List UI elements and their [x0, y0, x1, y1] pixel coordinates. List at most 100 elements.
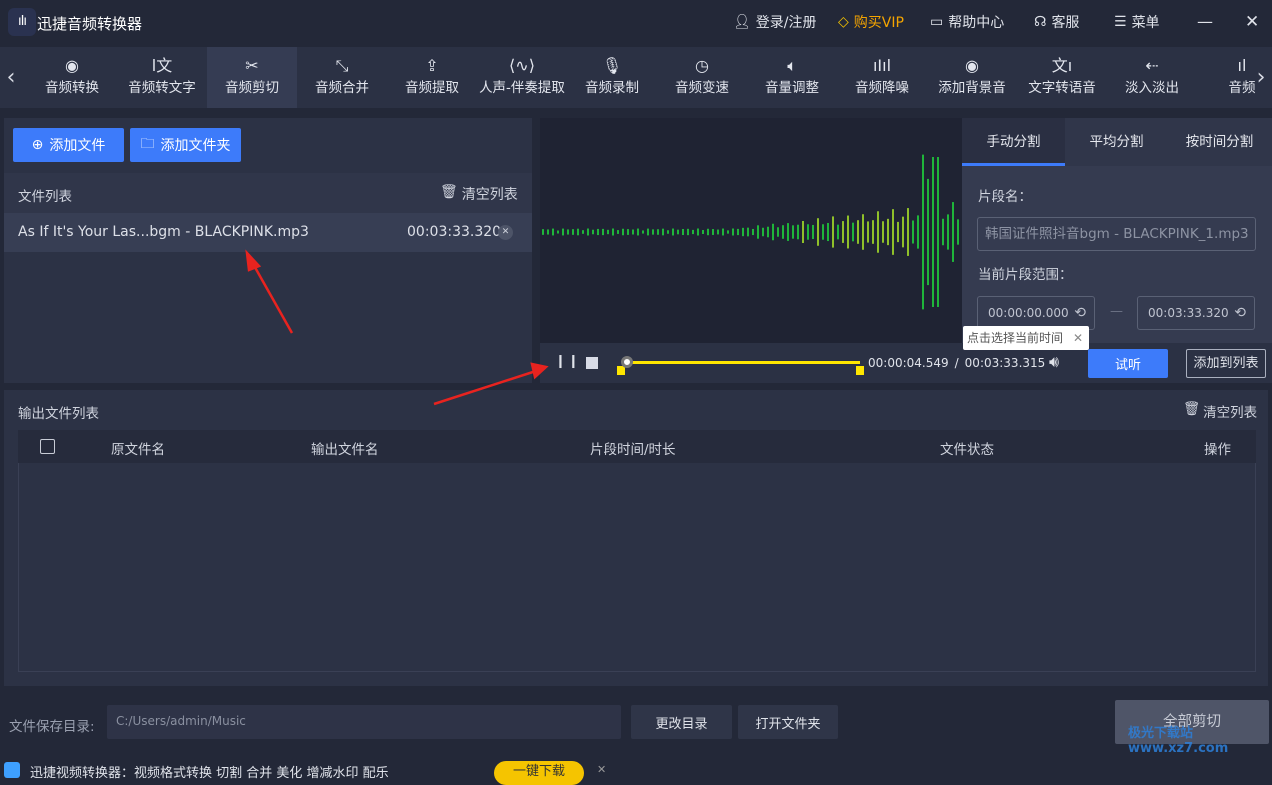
waveform-bar: [637, 228, 639, 236]
tool-8[interactable]: 🔈︎ 音量调整: [747, 47, 837, 108]
ad-close-icon[interactable]: ✕: [597, 763, 606, 776]
change-dir-button[interactable]: 更改目录: [631, 705, 732, 739]
waveform-bar: [862, 214, 864, 250]
range-label: 当前片段范围：: [978, 267, 1073, 283]
playhead[interactable]: [620, 356, 633, 368]
customer-service-button[interactable]: ☊ 客服: [1034, 12, 1079, 32]
tab-time-split[interactable]: 按时间分割: [1168, 118, 1271, 166]
tool-1[interactable]: ⅼ文 音频转文字: [117, 47, 207, 108]
waveform-bar: [817, 218, 819, 246]
tool-label: 人声-伴奏提取: [479, 80, 565, 96]
col-segment-time: 片段时间/时长: [590, 442, 676, 458]
close-button[interactable]: ✕: [1245, 12, 1259, 32]
clear-output-button[interactable]: 🗑︎ 清空列表: [1183, 401, 1257, 421]
output-table-header: 原文件名 输出文件名 片段时间/时长 文件状态 操作: [18, 430, 1256, 463]
waveform-bar: [847, 215, 849, 249]
range-dash: —: [1110, 304, 1123, 319]
help-center-button[interactable]: ▭ 帮助中心: [930, 12, 1004, 32]
waveform-bar: [802, 220, 804, 244]
tab-average-split[interactable]: 平均分割: [1065, 118, 1168, 166]
waveform-bar: [722, 228, 724, 236]
clock-reset-icon[interactable]: ⟲: [1074, 297, 1086, 329]
waveform-bar: [627, 229, 629, 235]
toolbar-prev-arrow[interactable]: ‹: [0, 47, 22, 108]
waveform-bar: [797, 224, 799, 240]
file-duration: 00:03:33.320: [407, 224, 502, 240]
add-file-button[interactable]: ⊕ 添加文件: [13, 128, 124, 162]
waveform-bar: [752, 228, 754, 236]
waveform-bar: [852, 222, 854, 242]
trim-range-bar[interactable]: [622, 361, 860, 364]
end-time-input[interactable]: 00:03:33.320 ⟲: [1137, 296, 1255, 330]
select-all-checkbox[interactable]: [40, 439, 55, 454]
tool-12[interactable]: ⇠ 淡入淡出: [1107, 47, 1197, 108]
add-folder-button[interactable]: 🗀 添加文件夹: [130, 128, 241, 162]
clear-file-list-button[interactable]: 🗑︎ 清空列表: [440, 184, 518, 204]
trash-icon: 🗑︎: [1183, 401, 1201, 417]
waveform-bar: [572, 229, 574, 235]
download-button[interactable]: 一键下载: [494, 761, 584, 785]
tool-4[interactable]: ⇪ 音频提取: [387, 47, 477, 108]
tool-13[interactable]: ıl 音频: [1197, 47, 1272, 108]
waveform-display[interactable]: [540, 118, 962, 343]
waveform-bar: [917, 215, 919, 249]
tool-label: 音频转换: [45, 80, 99, 96]
tool-9[interactable]: ıIıl 音频降噪: [837, 47, 927, 108]
tool-6[interactable]: 🎙︎ 音频录制: [567, 47, 657, 108]
waveform-bar: [767, 226, 769, 238]
start-time-input[interactable]: 00:00:00.000 ⟲: [977, 296, 1095, 330]
menu-button[interactable]: ☰ 菜单: [1114, 12, 1160, 32]
volume-icon[interactable]: 🔊︎: [1049, 352, 1059, 372]
tool-label: 音频提取: [405, 80, 459, 96]
app-title: 迅捷音频转换器: [37, 15, 143, 33]
remove-file-icon[interactable]: ✕: [498, 225, 513, 240]
tool-5[interactable]: ⟨∿⟩ 人声-伴奏提取: [477, 47, 567, 108]
save-dir-input[interactable]: C:/Users/admin/Music: [107, 705, 621, 739]
waveform-bar: [702, 230, 704, 234]
pause-button[interactable]: ❙❙: [555, 354, 581, 369]
tool-icon: 文ı: [1051, 56, 1073, 75]
waveform-bar: [617, 230, 619, 234]
waveform-bar: [557, 230, 559, 234]
tool-2[interactable]: ✂ 音频剪切: [207, 47, 297, 108]
waveform-bar: [607, 229, 609, 235]
waveform-bar: [672, 228, 674, 236]
tool-icon: ◉: [965, 56, 979, 75]
open-folder-button[interactable]: 打开文件夹: [738, 705, 838, 739]
waveform-bar: [577, 228, 579, 236]
waveform-bar: [932, 157, 934, 307]
tool-3[interactable]: ⤡ 音频合并: [297, 47, 387, 108]
tooltip-close-icon[interactable]: ✕: [1073, 326, 1083, 350]
waveform-bar: [822, 224, 824, 240]
add-to-list-button[interactable]: 添加到列表: [1186, 349, 1266, 378]
tool-label: 音频剪切: [225, 80, 279, 96]
waveform-bar: [612, 228, 614, 236]
minimize-button[interactable]: —: [1197, 12, 1213, 31]
buy-vip-button[interactable]: ◇ 购买VIP: [838, 12, 904, 32]
tab-manual-split[interactable]: 手动分割: [962, 118, 1065, 166]
tool-icon: ◷: [695, 56, 709, 75]
login-button[interactable]: 👤︎ 登录/注册: [733, 12, 817, 32]
preview-button[interactable]: 试听: [1088, 349, 1168, 378]
col-output-name: 输出文件名: [311, 442, 379, 458]
tool-10[interactable]: ◉ 添加背景音: [927, 47, 1017, 108]
waveform-bar: [782, 225, 784, 239]
file-row[interactable]: As If It's Your Las...bgm - BLACKPINK.mp…: [4, 213, 532, 252]
tool-11[interactable]: 文ı 文字转语音: [1017, 47, 1107, 108]
col-file-status: 文件状态: [940, 442, 994, 458]
stop-button[interactable]: [586, 357, 598, 369]
tool-icon: ıl: [1237, 56, 1247, 75]
clock-reset-icon[interactable]: ⟲: [1234, 297, 1246, 329]
tool-0[interactable]: ◉ 音频转换: [27, 47, 117, 108]
waveform-bar: [657, 229, 659, 235]
segment-name-input[interactable]: 韩国证件照抖音bgm - BLACKPINK_1.mp3: [977, 217, 1256, 251]
total-time: 00:03:33.315: [964, 356, 1046, 370]
waveform-bar: [742, 227, 744, 237]
waveform-bar: [602, 228, 604, 236]
waveform-bar: [622, 228, 624, 236]
trim-end-handle[interactable]: [856, 366, 864, 375]
watermark: 极光下载站 www.xz7.com: [1128, 726, 1229, 756]
waveform-bar: [697, 228, 699, 236]
tool-7[interactable]: ◷ 音频变速: [657, 47, 747, 108]
tool-icon: ⤡: [335, 56, 349, 75]
